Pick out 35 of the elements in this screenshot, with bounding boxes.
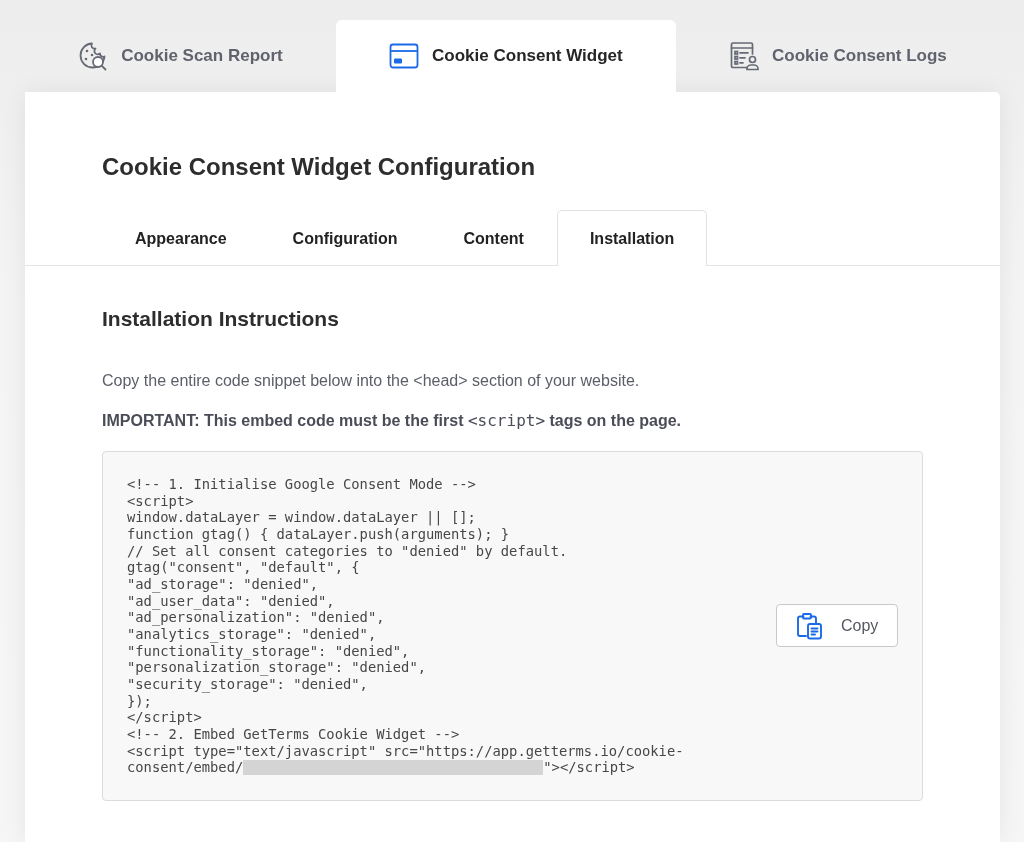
document-user-icon (729, 41, 760, 71)
code-line: "ad_personalization": "denied", (127, 609, 385, 626)
nav-tab[interactable]: Cookie Consent Logs (675, 20, 1000, 92)
page-title: Cookie Consent Widget Configuration (102, 152, 537, 181)
section-heading: Installation Instructions (102, 306, 340, 332)
code-line: <script type="text/javascript" src="https://app.getterms.io/cookie- (127, 742, 684, 760)
nav-tab[interactable]: Cookie Consent Widget (335, 20, 676, 92)
instruction-text: Copy the entire code snippet below into the <head> section of your website. (102, 371, 641, 391)
code-line: "security_storage": "denied", (127, 675, 368, 693)
code-line: function gtag() { dataLayer.push(arguments); } (127, 525, 510, 543)
clipboard-icon (795, 611, 823, 640)
code-line: }); (127, 692, 152, 710)
browser-window-icon (389, 41, 420, 71)
important-note: IMPORTANT: This embed code must be the first <script> tags on the page. (102, 410, 683, 432)
code-line: gtag("consent", "default", { (127, 559, 360, 576)
code-line: "analytics_storage": "denied", (127, 625, 377, 643)
code-line: "personalization_storage": "denied", (127, 659, 427, 676)
nav-tab[interactable]: Cookie Scan Report (25, 20, 336, 92)
code-line: "></script> (543, 759, 635, 776)
code-line: window.dataLayer = window.dataLayer || []; (127, 509, 476, 526)
code-line: "ad_user_data": "denied", (127, 592, 335, 610)
code-line: // Set all consent categories to "denied" by default. (127, 542, 568, 560)
code-line: </script> (127, 709, 202, 726)
sub-tab[interactable]: Appearance (102, 210, 260, 266)
code-line: <script> (127, 492, 194, 510)
code-line: <!-- 1. Initialise Google Consent Mode --> (127, 476, 476, 493)
code-line: consent/embed/ (127, 759, 244, 776)
code-line: <!-- 2. Embed GetTerms Cookie Widget --> (127, 725, 460, 743)
cookie-search-icon (78, 41, 109, 71)
sub-tab[interactable]: Installation (556, 210, 708, 266)
copy-button[interactable]: Copy (776, 604, 898, 648)
code-line: "functionality_storage": "denied", (127, 642, 410, 660)
code-line: "ad_storage": "denied", (127, 575, 319, 593)
sub-tab[interactable]: Configuration (259, 210, 431, 266)
sub-tab[interactable]: Content (430, 210, 557, 266)
